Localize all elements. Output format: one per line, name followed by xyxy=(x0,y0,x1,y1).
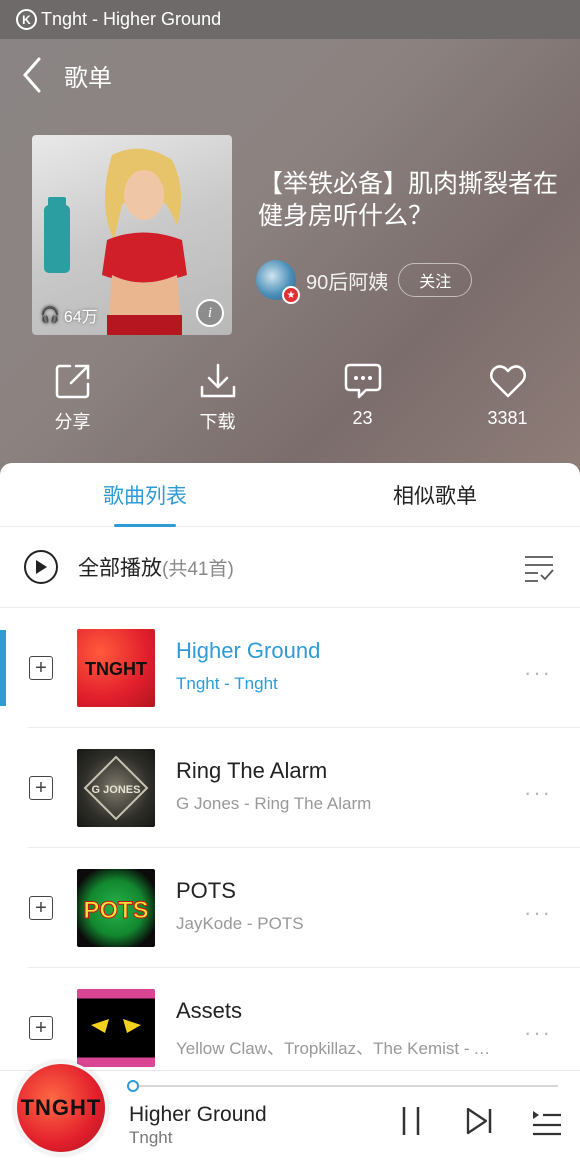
song-artist: Tnght - Tnght xyxy=(176,674,278,693)
avatar[interactable]: ★ xyxy=(256,260,300,304)
pause-icon[interactable] xyxy=(395,1105,427,1137)
like-button[interactable]: 3381 xyxy=(435,362,580,434)
comment-icon xyxy=(344,363,381,399)
play-all-row[interactable]: 全部播放 (共41首) xyxy=(0,527,580,608)
info-icon[interactable]: i xyxy=(196,299,224,327)
now-playing-art[interactable]: TNGHT xyxy=(14,1061,108,1155)
playlist-title: 【举铁必备】肌肉撕裂者在健身房听什么？ xyxy=(258,170,559,230)
playlist-queue-icon[interactable] xyxy=(531,1105,563,1137)
star-badge-icon: ★ xyxy=(282,286,300,304)
more-icon[interactable]: ··· xyxy=(524,660,552,686)
song-title: POTS xyxy=(176,878,236,903)
playing-indicator xyxy=(0,630,6,706)
add-icon[interactable]: + xyxy=(29,896,53,920)
next-icon[interactable] xyxy=(464,1105,496,1137)
song-panel: 歌曲列表 相似歌单 全部播放 (共41首) + TNGHT Higher Gro… xyxy=(0,463,580,1073)
song-title: Ring The Alarm xyxy=(176,758,328,783)
song-row[interactable]: + TNGHT Higher Ground Tnght - Tnght ··· xyxy=(0,608,580,728)
creator-row: ★ 90后阿姨 关注 xyxy=(256,260,473,304)
top-nav: 歌单 xyxy=(0,39,580,111)
app-logo-icon: K xyxy=(16,9,37,30)
song-artist: Yellow Claw、Tropkillaz、The Kemist - Asse… xyxy=(176,1039,494,1058)
play-count: 🎧 64万 xyxy=(40,307,98,326)
status-bar: K Tnght - Higher Ground xyxy=(0,0,580,39)
song-title: Higher Ground xyxy=(176,638,321,663)
add-icon[interactable]: + xyxy=(29,656,53,680)
more-icon[interactable]: ··· xyxy=(524,780,552,806)
progress-knob[interactable] xyxy=(127,1080,139,1092)
svg-text:TNGHT: TNGHT xyxy=(85,659,147,679)
svg-text:G JONES: G JONES xyxy=(92,784,141,796)
comment-button[interactable]: 23 xyxy=(290,362,435,434)
headphones-icon: 🎧 xyxy=(40,307,60,324)
creator-name[interactable]: 90后阿姨 xyxy=(306,266,388,295)
status-title: Tnght - Higher Ground xyxy=(41,9,222,29)
tab-song-list[interactable]: 歌曲列表 xyxy=(0,463,290,527)
tab-bar: 歌曲列表 相似歌单 xyxy=(0,463,580,527)
page-title: 歌单 xyxy=(64,64,112,92)
now-playing-artist: Tnght xyxy=(129,1128,173,1147)
heart-icon xyxy=(489,365,526,398)
add-icon[interactable]: + xyxy=(29,776,53,800)
song-art xyxy=(77,989,155,1067)
play-icon[interactable] xyxy=(24,550,58,584)
tab-similar-playlists[interactable]: 相似歌单 xyxy=(290,463,580,526)
multi-select-icon[interactable] xyxy=(524,553,554,583)
svg-text:POTS: POTS xyxy=(83,897,148,924)
bottle-graphic xyxy=(44,197,70,273)
song-art: G JONES xyxy=(77,749,155,827)
song-title: Assets xyxy=(176,998,243,1023)
song-row[interactable]: + POTS POTS JayKode - POTS ··· xyxy=(0,848,580,968)
follow-button[interactable]: 关注 xyxy=(398,263,473,297)
download-button[interactable]: 下载 xyxy=(145,362,290,434)
song-artist: JayKode - POTS xyxy=(176,914,304,933)
playlist-cover[interactable]: 🎧 64万 i xyxy=(32,135,232,335)
play-all-label: 全部播放 xyxy=(78,557,162,580)
download-icon xyxy=(200,363,235,398)
share-icon xyxy=(55,364,89,399)
share-button[interactable]: 分享 xyxy=(0,362,145,434)
progress-track[interactable] xyxy=(134,1085,558,1087)
now-playing-title[interactable]: Higher Ground xyxy=(129,1103,267,1127)
song-art: TNGHT xyxy=(77,629,155,707)
mini-player: TNGHT Higher Ground Tnght xyxy=(0,1061,580,1160)
more-icon[interactable]: ··· xyxy=(524,1020,552,1046)
add-icon[interactable]: + xyxy=(29,1016,53,1040)
song-artist: G Jones - Ring The Alarm xyxy=(176,794,372,813)
song-row[interactable]: + G JONES Ring The Alarm G Jones - Ring … xyxy=(0,728,580,848)
track-count: (共41首) xyxy=(162,558,234,580)
chevron-left-icon xyxy=(23,57,41,93)
more-icon[interactable]: ··· xyxy=(524,900,552,926)
back-button[interactable] xyxy=(0,39,64,111)
action-bar: 分享 下载 23 3381 xyxy=(0,362,580,434)
song-art: POTS xyxy=(77,869,155,947)
